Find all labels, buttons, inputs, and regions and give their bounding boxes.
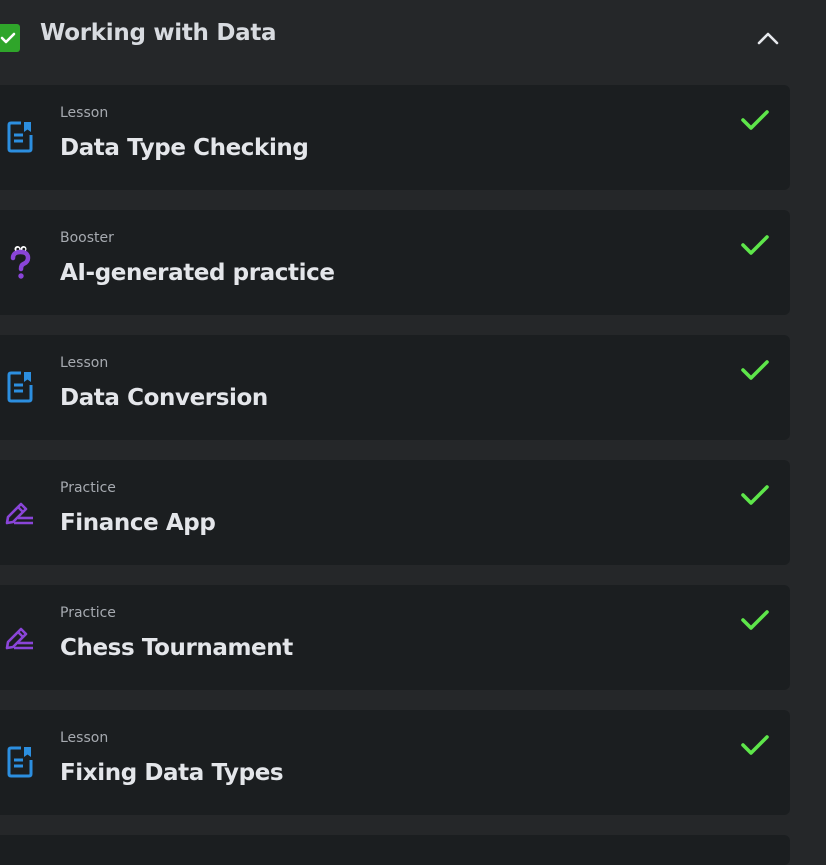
list-item[interactable]: Practice Chess Tournament (0, 585, 790, 690)
collapse-button[interactable] (754, 26, 782, 50)
item-kind: Lesson (60, 730, 109, 746)
list-item[interactable]: Practice Finance App (0, 460, 790, 565)
item-title: Data Conversion (60, 385, 268, 411)
item-title: AI-generated practice (60, 260, 335, 286)
item-kind: Practice (60, 605, 116, 621)
completed-check-icon (741, 360, 769, 380)
practice-pencil-icon (4, 494, 36, 530)
list-item[interactable]: Lesson Data Conversion (0, 335, 790, 440)
item-title: Fixing Data Types (60, 760, 284, 786)
item-kind: Practice (60, 480, 116, 496)
completed-check-icon (741, 735, 769, 755)
completed-check-icon (741, 235, 769, 255)
booster-question-icon (4, 244, 36, 280)
lesson-document-icon (4, 369, 36, 405)
list-item[interactable]: Lesson Data Type Checking (0, 85, 790, 190)
list-item[interactable]: Lesson Fixing Data Types (0, 710, 790, 815)
item-kind: Booster (60, 230, 114, 246)
lesson-document-icon (4, 119, 36, 155)
completed-check-icon (741, 110, 769, 130)
item-title: Data Type Checking (60, 135, 309, 161)
section-header[interactable]: Working with Data (0, 0, 826, 74)
chevron-up-icon (757, 32, 779, 45)
list-item[interactable]: Booster AI-generated practice (0, 210, 790, 315)
completed-check-icon (741, 610, 769, 630)
completed-check-icon (741, 485, 769, 505)
list-item-partial[interactable] (0, 835, 790, 865)
practice-pencil-icon (4, 619, 36, 655)
section-title: Working with Data (40, 20, 277, 46)
lesson-list: Lesson Data Type Checking Booster AI-gen… (0, 85, 790, 865)
item-title: Chess Tournament (60, 635, 293, 661)
item-kind: Lesson (60, 105, 109, 121)
item-title: Finance App (60, 510, 216, 536)
lesson-document-icon (4, 744, 36, 780)
item-kind: Lesson (60, 355, 109, 371)
section-complete-icon (0, 24, 20, 52)
